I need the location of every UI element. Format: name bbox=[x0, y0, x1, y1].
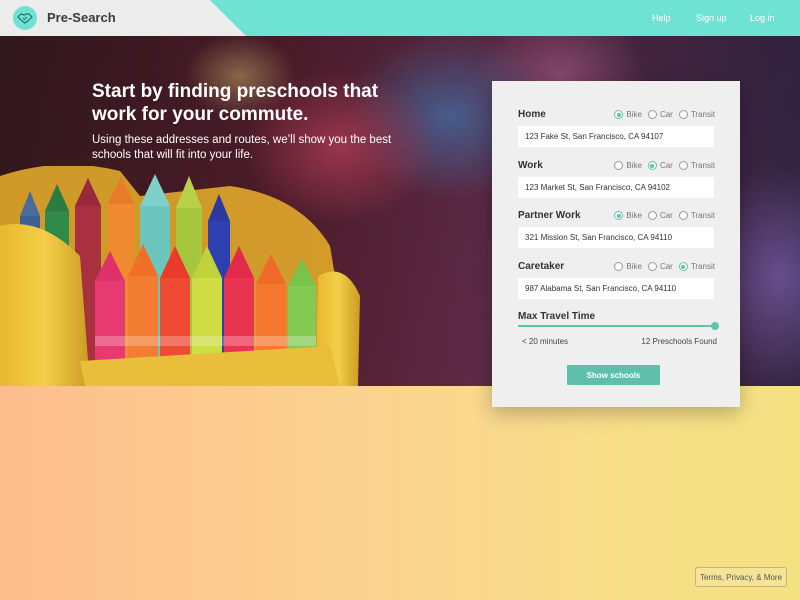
home-bike-radio[interactable]: Bike bbox=[614, 110, 642, 119]
top-nav-bar: Pre-Search Help Sign up Log in bbox=[0, 0, 800, 36]
work-transit-radio[interactable]: Transit bbox=[678, 161, 715, 170]
home-label: Home bbox=[518, 109, 546, 120]
partner-work-car-radio[interactable]: Car bbox=[647, 211, 673, 220]
partner-work-address-input[interactable] bbox=[518, 227, 714, 248]
lower-background bbox=[0, 386, 800, 600]
handshake-icon[interactable] bbox=[13, 6, 37, 30]
brand-name[interactable]: Pre-Search bbox=[47, 10, 116, 25]
work-mode-radios: Bike Car Transit bbox=[608, 161, 715, 170]
partner-work-bike-radio[interactable]: Bike bbox=[614, 211, 642, 220]
commute-search-panel: Home Bike Car Transit Work Bike Car Tran… bbox=[492, 81, 740, 407]
hero-subtitle: Using these addresses and routes, we’ll … bbox=[92, 134, 392, 161]
caretaker-car-radio[interactable]: Car bbox=[647, 262, 673, 271]
home-transit-radio[interactable]: Transit bbox=[678, 110, 715, 119]
work-address-input[interactable] bbox=[518, 177, 714, 198]
travel-time-slider-handle[interactable] bbox=[711, 322, 719, 330]
caretaker-label: Caretaker bbox=[518, 261, 565, 272]
work-bike-radio[interactable]: Bike bbox=[614, 161, 642, 170]
radio-selected-icon bbox=[678, 262, 688, 271]
radio-selected-icon bbox=[647, 161, 657, 170]
partner-work-label: Partner Work bbox=[518, 210, 581, 221]
partner-work-mode-radios: Bike Car Transit bbox=[608, 211, 715, 220]
travel-time-slider-track[interactable] bbox=[518, 325, 715, 327]
home-car-radio[interactable]: Car bbox=[647, 110, 673, 119]
radio-unselected-icon bbox=[614, 262, 624, 271]
max-travel-time-label: Max Travel Time bbox=[518, 311, 596, 322]
radio-unselected-icon bbox=[678, 110, 688, 119]
hero-title: Start by finding preschools that work fo… bbox=[92, 81, 379, 125]
home-address-input[interactable] bbox=[518, 126, 714, 147]
terms-privacy-button[interactable]: Terms, Privacy, & More bbox=[695, 567, 787, 587]
radio-selected-icon bbox=[614, 211, 624, 220]
crayons-photo bbox=[0, 166, 360, 386]
radio-unselected-icon bbox=[647, 110, 657, 119]
work-car-radio[interactable]: Car bbox=[647, 161, 673, 170]
nav-signup-link[interactable]: Sign up bbox=[696, 13, 727, 23]
show-schools-button[interactable]: Show schools bbox=[567, 365, 660, 385]
work-label: Work bbox=[518, 160, 543, 171]
radio-unselected-icon bbox=[678, 161, 688, 170]
radio-unselected-icon bbox=[647, 211, 657, 220]
caretaker-bike-radio[interactable]: Bike bbox=[614, 262, 642, 271]
caretaker-address-input[interactable] bbox=[518, 278, 714, 299]
travel-time-min-label: < 20 minutes bbox=[522, 337, 569, 346]
nav-login-link[interactable]: Log in bbox=[750, 13, 775, 23]
home-mode-radios: Bike Car Transit bbox=[608, 110, 715, 119]
caretaker-transit-radio[interactable]: Transit bbox=[678, 262, 715, 271]
radio-selected-icon bbox=[614, 110, 624, 119]
preschools-found-count: 12 Preschools Found bbox=[641, 337, 717, 346]
partner-work-transit-radio[interactable]: Transit bbox=[678, 211, 715, 220]
caretaker-mode-radios: Bike Car Transit bbox=[608, 262, 715, 271]
nav-help-link[interactable]: Help bbox=[652, 13, 671, 23]
radio-unselected-icon bbox=[647, 262, 657, 271]
radio-unselected-icon bbox=[614, 161, 624, 170]
radio-unselected-icon bbox=[678, 211, 688, 220]
